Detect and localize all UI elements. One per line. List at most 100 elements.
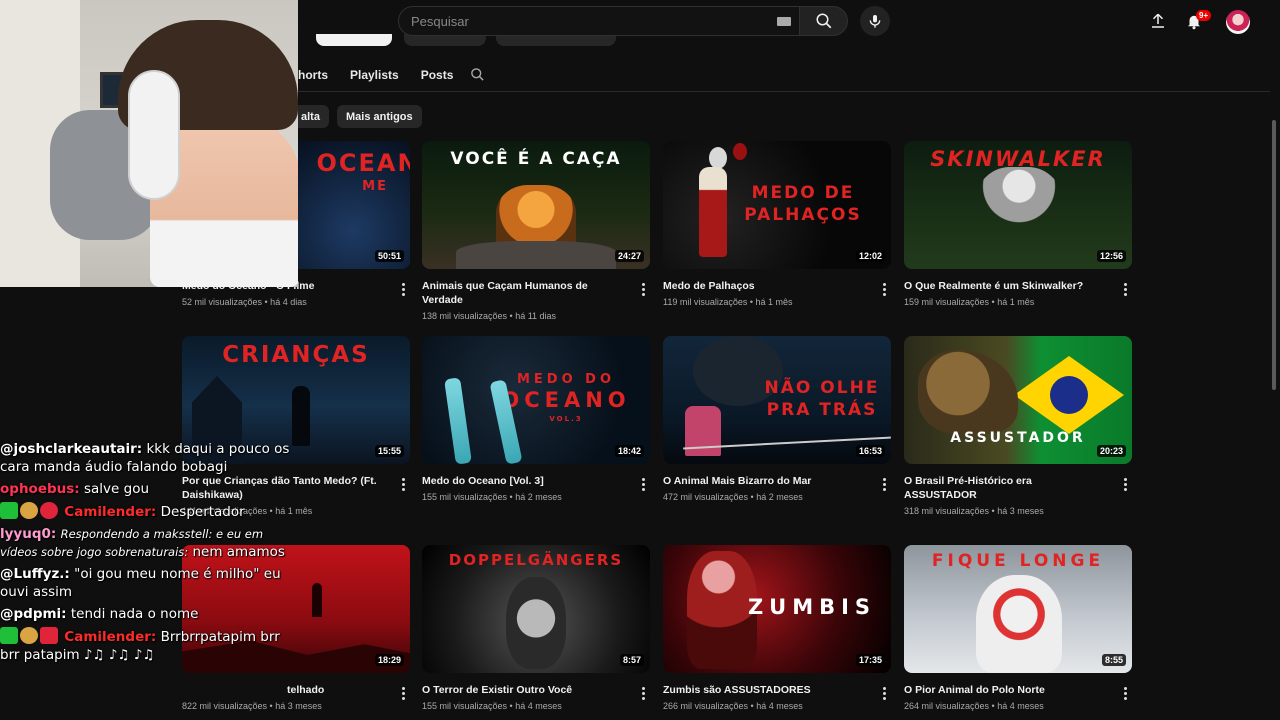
chip-oldest[interactable]: Mais antigos xyxy=(337,105,422,128)
chat-text: Despertador xyxy=(160,504,245,520)
page-scrollbar[interactable] xyxy=(1272,120,1276,390)
chat-message: Camilender: Brrbrrpatapim brr brr patapi… xyxy=(0,627,300,664)
video-title[interactable]: O Brasil Pré-Histórico era ASSUSTADOR xyxy=(904,474,1104,502)
thumbnail-text: ZUMBIS xyxy=(747,595,877,619)
tab-posts[interactable]: Posts xyxy=(421,68,454,82)
avatar[interactable] xyxy=(1226,10,1250,34)
tab-playlists[interactable]: Playlists xyxy=(350,68,399,82)
video-thumbnail[interactable]: DOPPELGÄNGERS 8:57 xyxy=(422,545,650,673)
more-options-icon[interactable] xyxy=(402,478,406,493)
video-meta: 138 mil visualizações • há 11 dias xyxy=(422,311,557,321)
video-title[interactable]: Medo do Oceano [Vol. 3] xyxy=(422,474,622,488)
video-thumbnail[interactable]: MEDO DO OCEANO VOL.3 18:42 xyxy=(422,336,650,464)
video-thumbnail[interactable]: ZUMBIS 17:35 xyxy=(663,545,891,673)
figure-silhouette xyxy=(312,583,322,617)
video-title[interactable]: Zumbis são ASSUSTADORES xyxy=(663,683,863,697)
thumbnail-text: VOCÊ É A CAÇA xyxy=(450,149,622,169)
video-card[interactable]: ASSUSTADOR 20:23 O Brasil Pré-Histórico … xyxy=(904,336,1132,516)
video-card[interactable]: DOPPELGÄNGERS 8:57 O Terror de Existir O… xyxy=(422,545,650,711)
microphone-icon xyxy=(869,15,881,28)
video-title[interactable]: O Pior Animal do Polo Norte xyxy=(904,683,1104,697)
video-title[interactable]: O Terror de Existir Outro Você xyxy=(422,683,622,697)
video-meta: 155 mil visualizações • há 4 meses xyxy=(422,701,562,711)
video-meta: 266 mil visualizações • há 4 meses xyxy=(663,701,803,711)
video-card[interactable]: MEDO DE PALHAÇOS 12:02 Medo de Palhaços … xyxy=(663,141,891,307)
video-thumbnail[interactable]: ASSUSTADOR 20:23 xyxy=(904,336,1132,464)
video-card[interactable]: FIQUE LONGE 8:55 O Pior Animal do Polo N… xyxy=(904,545,1132,711)
voice-search-button[interactable] xyxy=(860,6,890,36)
video-card[interactable]: NÃO OLHE PRA TRÁS 16:53 O Animal Mais Bi… xyxy=(663,336,891,502)
tab-shorts[interactable]: horts xyxy=(298,68,328,82)
video-title[interactable]: Medo de Palhaços xyxy=(663,279,863,293)
video-thumbnail[interactable]: VOCÊ É A CAÇA 24:27 xyxy=(422,141,650,269)
video-meta: 822 mil visualizações • há 3 meses xyxy=(182,701,322,711)
chat-username: @Luffyz.: xyxy=(0,566,70,582)
chat-message: @pdpmi: tendi nada o nome xyxy=(0,605,300,623)
face-image xyxy=(506,577,566,669)
more-options-icon[interactable] xyxy=(883,283,887,298)
more-options-icon[interactable] xyxy=(402,283,406,298)
channel-search-icon[interactable] xyxy=(470,67,485,82)
upload-button[interactable] xyxy=(1146,9,1170,33)
flag-globe-image xyxy=(1050,376,1088,414)
search-button[interactable] xyxy=(800,6,848,36)
video-duration: 8:57 xyxy=(619,654,644,666)
more-options-icon[interactable] xyxy=(642,687,646,702)
video-title[interactable]: O Que Realmente é um Skinwalker? xyxy=(904,279,1104,293)
more-options-icon[interactable] xyxy=(1124,478,1128,493)
subscriber-badge-icon xyxy=(0,502,18,519)
thumbnail-text: NÃO OLHE xyxy=(764,378,880,398)
heart-badge-icon xyxy=(40,502,58,519)
chat-username: lyyuq0: xyxy=(0,526,57,542)
more-options-icon[interactable] xyxy=(402,687,406,702)
chat-message: Camilender: Despertador xyxy=(0,502,300,521)
video-card[interactable]: MEDO DO OCEANO VOL.3 18:42 Medo do Ocean… xyxy=(422,336,650,502)
rock-image xyxy=(456,241,616,269)
more-options-icon[interactable] xyxy=(642,478,646,493)
chat-text: tendi nada o nome xyxy=(70,606,199,622)
upload-icon xyxy=(1152,13,1164,28)
chat-username: @joshclarkeautair: xyxy=(0,441,143,457)
more-options-icon[interactable] xyxy=(1124,687,1128,702)
more-options-icon[interactable] xyxy=(883,478,887,493)
search-box[interactable] xyxy=(398,6,800,36)
video-title[interactable]: telhado xyxy=(182,683,382,697)
video-card[interactable]: ZUMBIS 17:35 Zumbis são ASSUSTADORES 266… xyxy=(663,545,891,711)
subscriber-badge-icon xyxy=(0,627,18,644)
thumbnail-text: ASSUSTADOR xyxy=(950,430,1086,446)
video-thumbnail[interactable]: MEDO DE PALHAÇOS 12:02 xyxy=(663,141,891,269)
thumbnail-subtext: PRA TRÁS xyxy=(766,400,878,420)
channel-tabs: horts Playlists Posts xyxy=(298,62,475,88)
thumbnail-text: DOPPELGÄNGERS xyxy=(448,551,624,569)
video-duration: 24:27 xyxy=(614,250,644,262)
notification-count-badge: 9+ xyxy=(1196,10,1212,21)
chip-ghost xyxy=(316,34,392,46)
chat-username: Camilender: xyxy=(64,629,157,645)
video-card[interactable]: SKINWALKER 12:56 O Que Realmente é um Sk… xyxy=(904,141,1132,307)
chat-username: ophoebus: xyxy=(0,481,80,497)
thumbnail-text: FIQUE LONGE xyxy=(931,551,1105,571)
more-options-icon[interactable] xyxy=(883,687,887,702)
chat-message: @Luffyz.: "oi gou meu nome é milho" eu o… xyxy=(0,565,300,601)
video-thumbnail[interactable]: SKINWALKER 12:56 xyxy=(904,141,1132,269)
more-options-icon[interactable] xyxy=(1124,283,1128,298)
video-thumbnail[interactable]: NÃO OLHE PRA TRÁS 16:53 xyxy=(663,336,891,464)
video-meta: 155 mil visualizações • há 2 meses xyxy=(422,492,562,502)
video-card[interactable]: VOCÊ É A CAÇA 24:27 Animais que Caçam Hu… xyxy=(422,141,650,321)
chat-message: ophoebus: salve gou xyxy=(0,480,300,498)
webcam-overlay xyxy=(0,0,298,287)
video-thumbnail[interactable]: FIQUE LONGE 8:55 xyxy=(904,545,1132,673)
video-title[interactable]: Animais que Caçam Humanos de Verdade xyxy=(422,279,622,307)
keyboard-icon[interactable] xyxy=(777,17,791,26)
video-duration: 20:23 xyxy=(1096,445,1126,457)
chat-message: @joshclarkeautair: kkk daqui a pouco os … xyxy=(0,440,300,476)
video-meta: 52 mil visualizações • há 4 dias xyxy=(182,297,307,307)
search-input[interactable] xyxy=(411,13,761,29)
chat-message: lyyuq0: Respondendo a maksstell: e eu em… xyxy=(0,525,300,561)
video-title[interactable]: O Animal Mais Bizarro do Mar xyxy=(663,474,863,488)
video-meta: 264 mil visualizações • há 4 meses xyxy=(904,701,1044,711)
video-meta: 318 mil visualizações • há 3 meses xyxy=(904,506,1044,516)
video-duration: 15:55 xyxy=(374,445,404,457)
more-options-icon[interactable] xyxy=(642,283,646,298)
balloon-image xyxy=(733,143,747,160)
